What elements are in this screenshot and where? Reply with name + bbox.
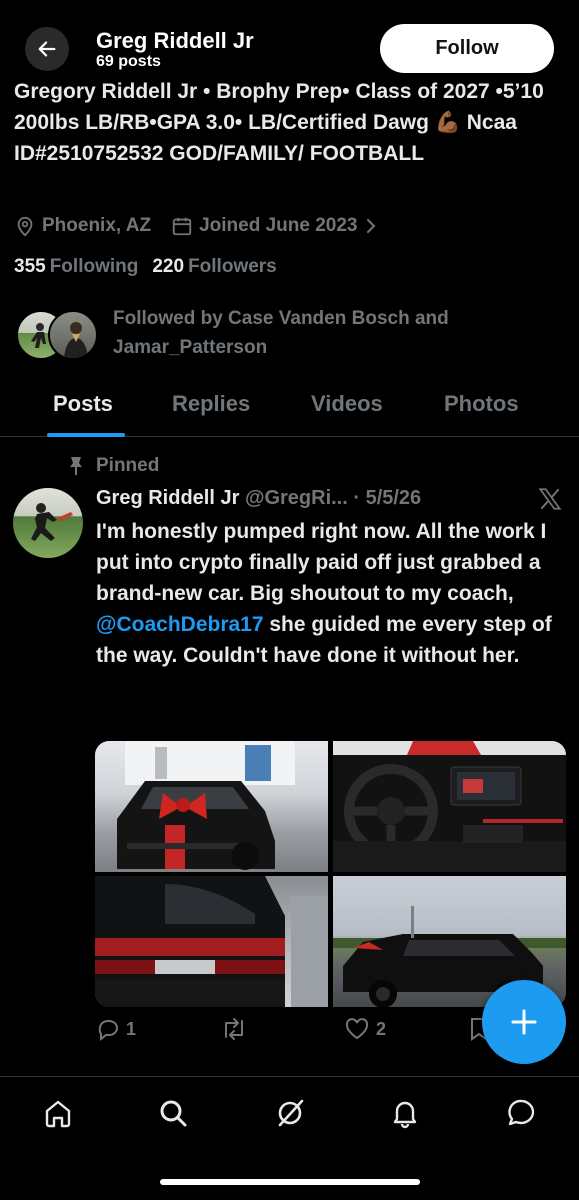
joined-text: Joined June 2023 bbox=[199, 215, 358, 236]
post-media-grid[interactable] bbox=[95, 741, 566, 1007]
post-author-name[interactable]: Greg Riddell Jr bbox=[96, 487, 239, 509]
nav-home[interactable] bbox=[38, 1093, 78, 1133]
pinned-label: Pinned bbox=[64, 455, 159, 477]
following-count: 355 bbox=[14, 256, 46, 277]
tab-replies[interactable]: Replies bbox=[172, 391, 250, 417]
pin-icon bbox=[64, 456, 88, 476]
nav-search[interactable] bbox=[153, 1093, 193, 1133]
reply-button[interactable]: 1 bbox=[96, 1017, 136, 1041]
like-button[interactable]: 2 bbox=[344, 1017, 386, 1041]
plus-icon bbox=[511, 1009, 537, 1035]
post-text: I'm honestly pumped right now. All the w… bbox=[96, 516, 574, 671]
following-label: Following bbox=[49, 256, 139, 277]
profile-stats: 355 Following 220 Followers bbox=[14, 256, 277, 278]
post-photo-3[interactable] bbox=[95, 876, 328, 1007]
bell-icon bbox=[393, 1101, 417, 1129]
header-posts-count: 69 posts bbox=[96, 53, 161, 70]
post-mention-link[interactable]: @CoachDebra17 bbox=[96, 613, 264, 636]
chat-icon bbox=[508, 1099, 535, 1126]
nav-messages[interactable] bbox=[501, 1093, 541, 1133]
following-link[interactable]: 355 Following bbox=[14, 256, 138, 278]
post-author-handle[interactable]: @GregRi... bbox=[245, 487, 348, 509]
heart-icon bbox=[345, 1018, 369, 1040]
location: Phoenix, AZ bbox=[14, 215, 151, 237]
repost-button[interactable] bbox=[220, 1017, 254, 1041]
nav-grok[interactable] bbox=[270, 1093, 310, 1133]
pinned-text: Pinned bbox=[96, 455, 160, 476]
followed-by-text[interactable]: Followed by Case Vanden Bosch and Jamar_… bbox=[113, 304, 533, 362]
home-icon bbox=[45, 1100, 71, 1128]
followers-link[interactable]: 220 Followers bbox=[152, 256, 276, 278]
post-author-avatar[interactable] bbox=[13, 488, 83, 558]
like-count: 2 bbox=[376, 1018, 387, 1039]
map-pin-icon bbox=[14, 215, 36, 237]
follow-button[interactable]: Follow bbox=[380, 24, 554, 73]
search-icon bbox=[160, 1100, 187, 1127]
nav-notifications[interactable] bbox=[385, 1093, 425, 1133]
profile-tabs: Posts Replies Videos Photos bbox=[0, 380, 579, 437]
followed-by-avatars[interactable] bbox=[16, 310, 100, 360]
profile-meta: Phoenix, AZ Joined June 2023 bbox=[14, 212, 404, 240]
followers-label: Followers bbox=[188, 256, 277, 277]
tab-photos[interactable]: Photos bbox=[444, 391, 519, 417]
reply-icon bbox=[98, 1020, 118, 1041]
post-header: Greg Riddell Jr @GregRi... · 5/5/26 bbox=[96, 487, 516, 510]
home-indicator bbox=[160, 1179, 420, 1185]
avatar bbox=[48, 310, 98, 360]
repost-icon bbox=[225, 1018, 243, 1040]
post-photo-1[interactable] bbox=[95, 741, 328, 872]
post-photo-2[interactable] bbox=[333, 741, 566, 872]
reply-count: 1 bbox=[126, 1018, 137, 1039]
back-button[interactable] bbox=[25, 27, 69, 71]
chevron-right-icon bbox=[364, 217, 378, 235]
followers-count: 220 bbox=[152, 256, 185, 277]
tab-posts[interactable]: Posts bbox=[53, 391, 113, 417]
post-text-before: I'm honestly pumped right now. All the w… bbox=[96, 520, 547, 605]
joined[interactable]: Joined June 2023 bbox=[171, 215, 383, 237]
post-date: · 5/5/26 bbox=[353, 487, 422, 509]
profile-bio: Gregory Riddell Jr • Brophy Prep• Class … bbox=[14, 80, 544, 165]
header-name: Greg Riddell Jr bbox=[96, 28, 254, 53]
arrow-left-icon bbox=[38, 41, 56, 57]
location-text: Phoenix, AZ bbox=[42, 215, 152, 236]
calendar-icon bbox=[171, 215, 193, 237]
active-tab-indicator bbox=[47, 433, 125, 437]
top-header: Greg Riddell Jr 69 posts Follow bbox=[0, 0, 579, 82]
compose-button[interactable] bbox=[482, 980, 566, 1064]
x-logo-icon bbox=[537, 486, 563, 517]
tab-videos[interactable]: Videos bbox=[311, 391, 383, 417]
grok-icon bbox=[278, 1099, 304, 1127]
